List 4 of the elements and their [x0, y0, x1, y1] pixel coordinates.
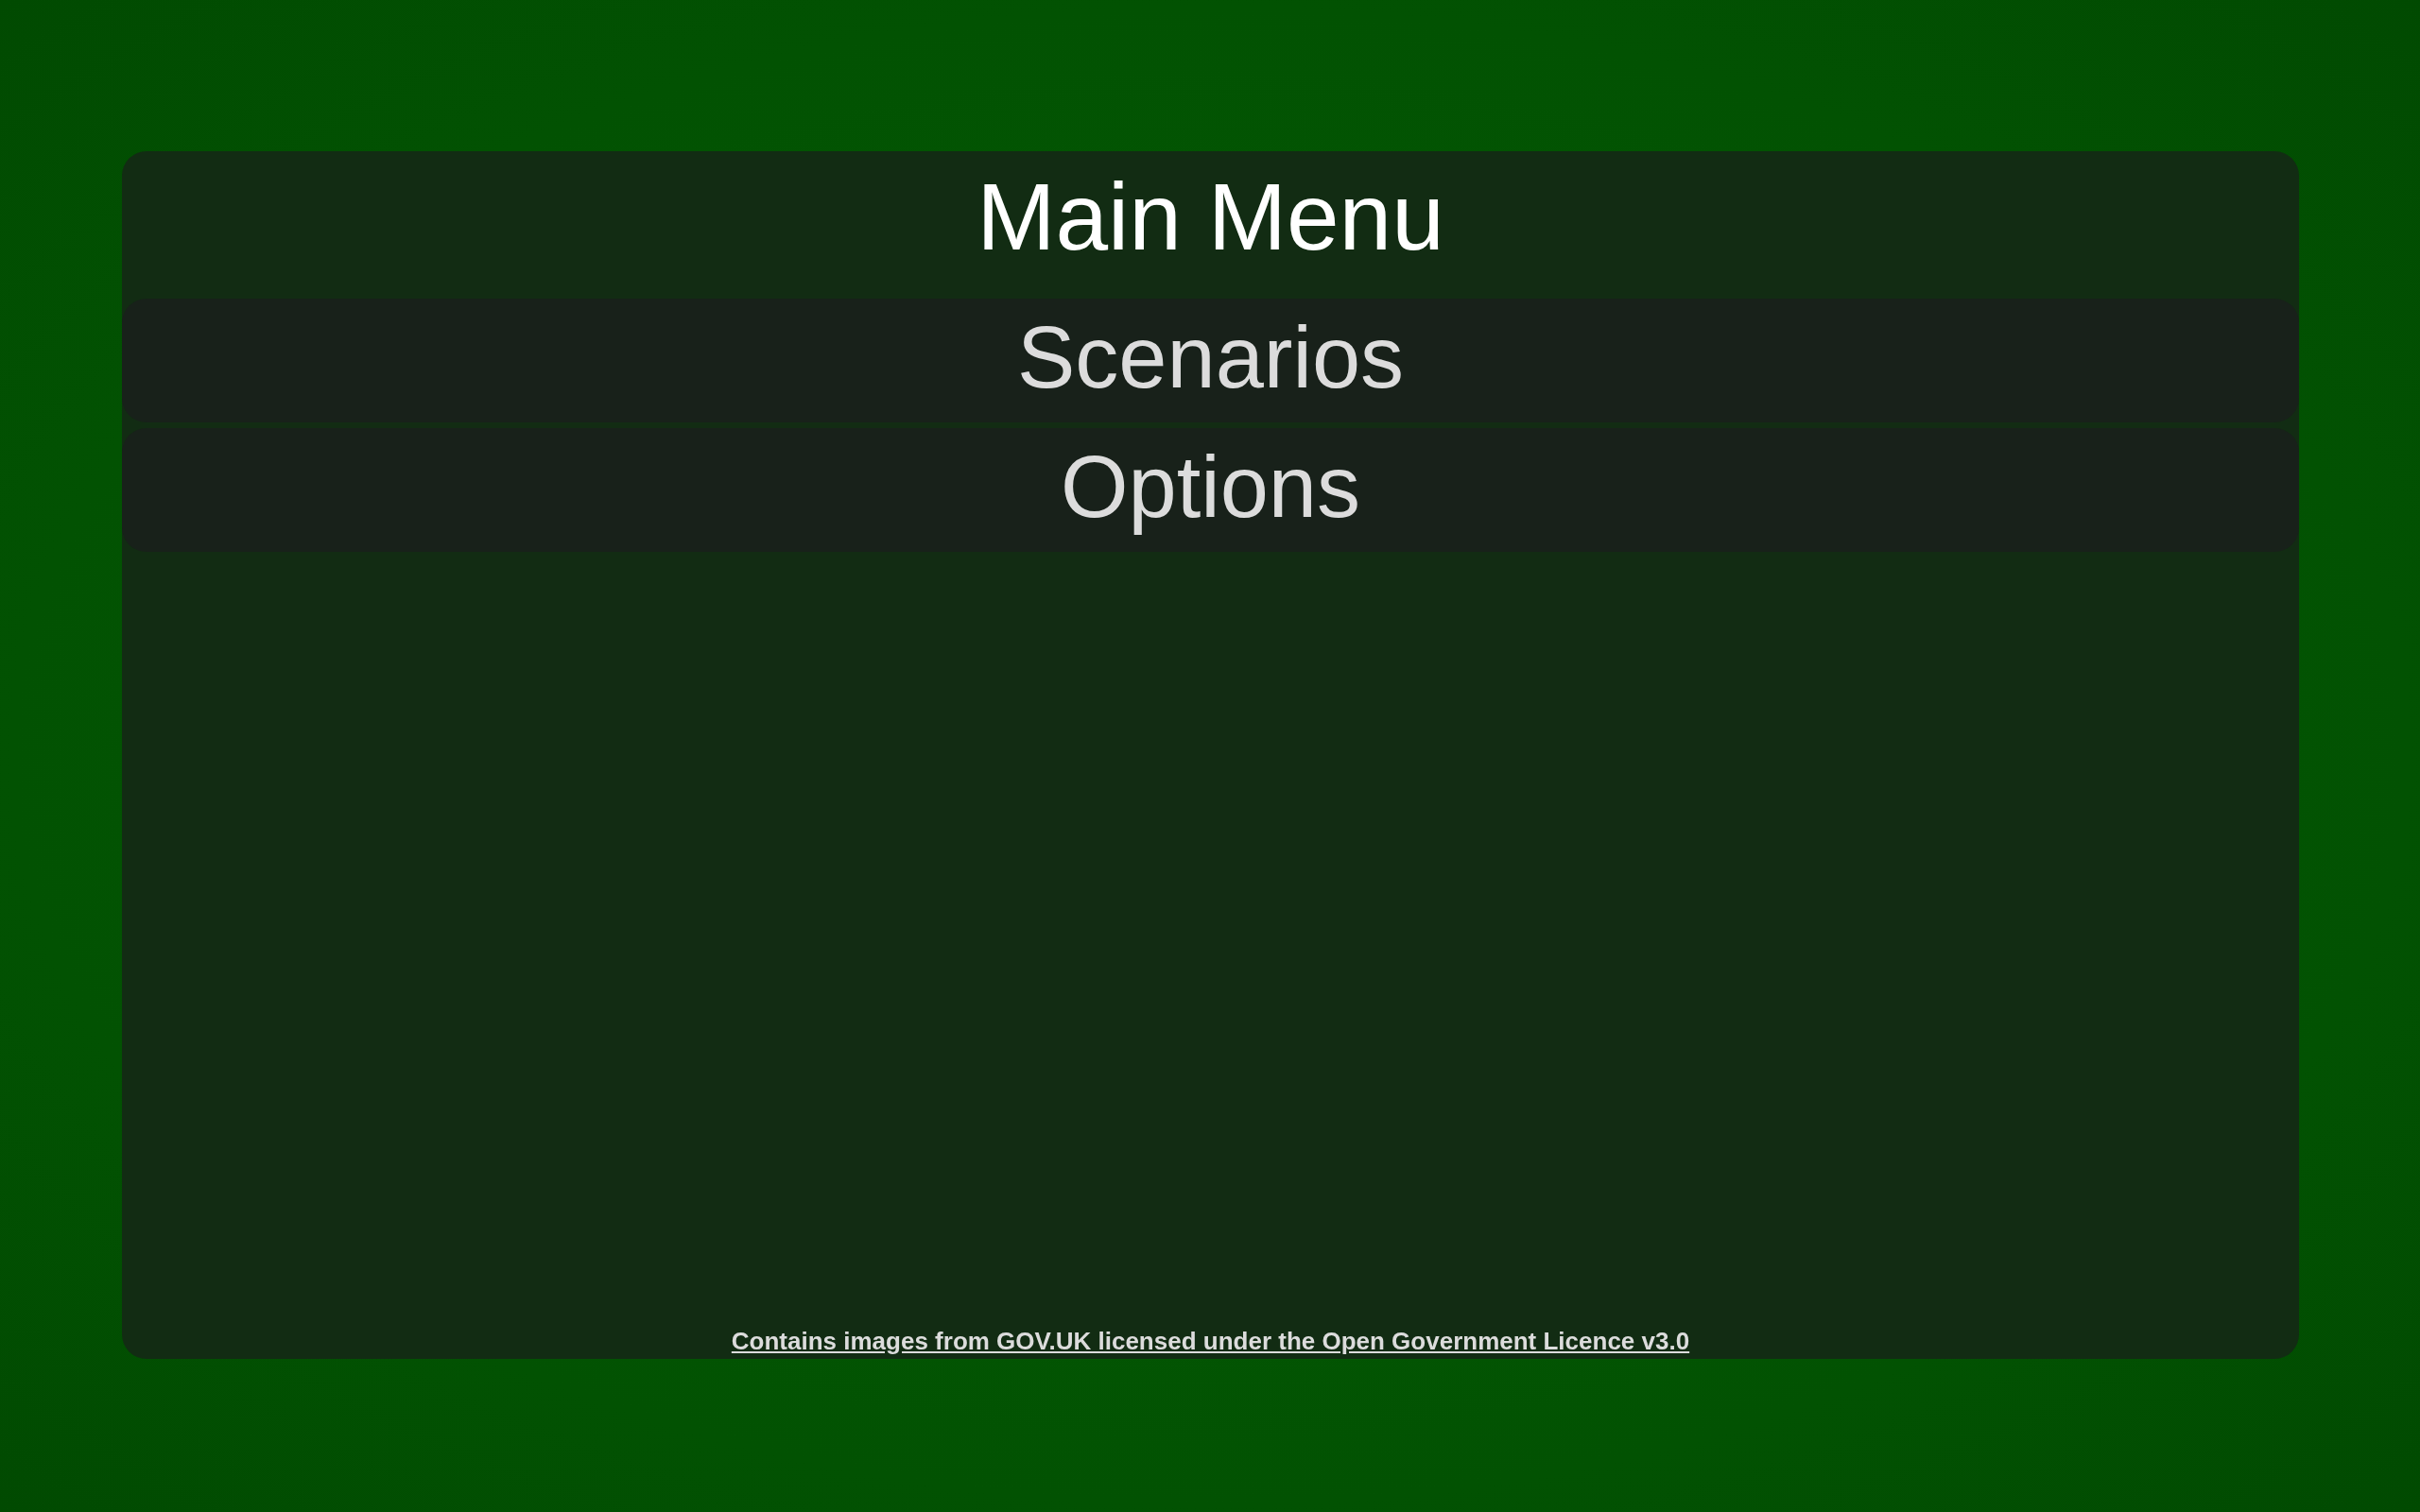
menu-button[interactable]: Scenarios [122, 299, 2299, 422]
menu-button[interactable]: Options [122, 428, 2299, 552]
attribution-link[interactable]: Contains images from GOV.UK licensed under the Open Government Licence v3.0 [731, 1327, 1690, 1355]
menu-title: Main Menu [976, 163, 1445, 271]
